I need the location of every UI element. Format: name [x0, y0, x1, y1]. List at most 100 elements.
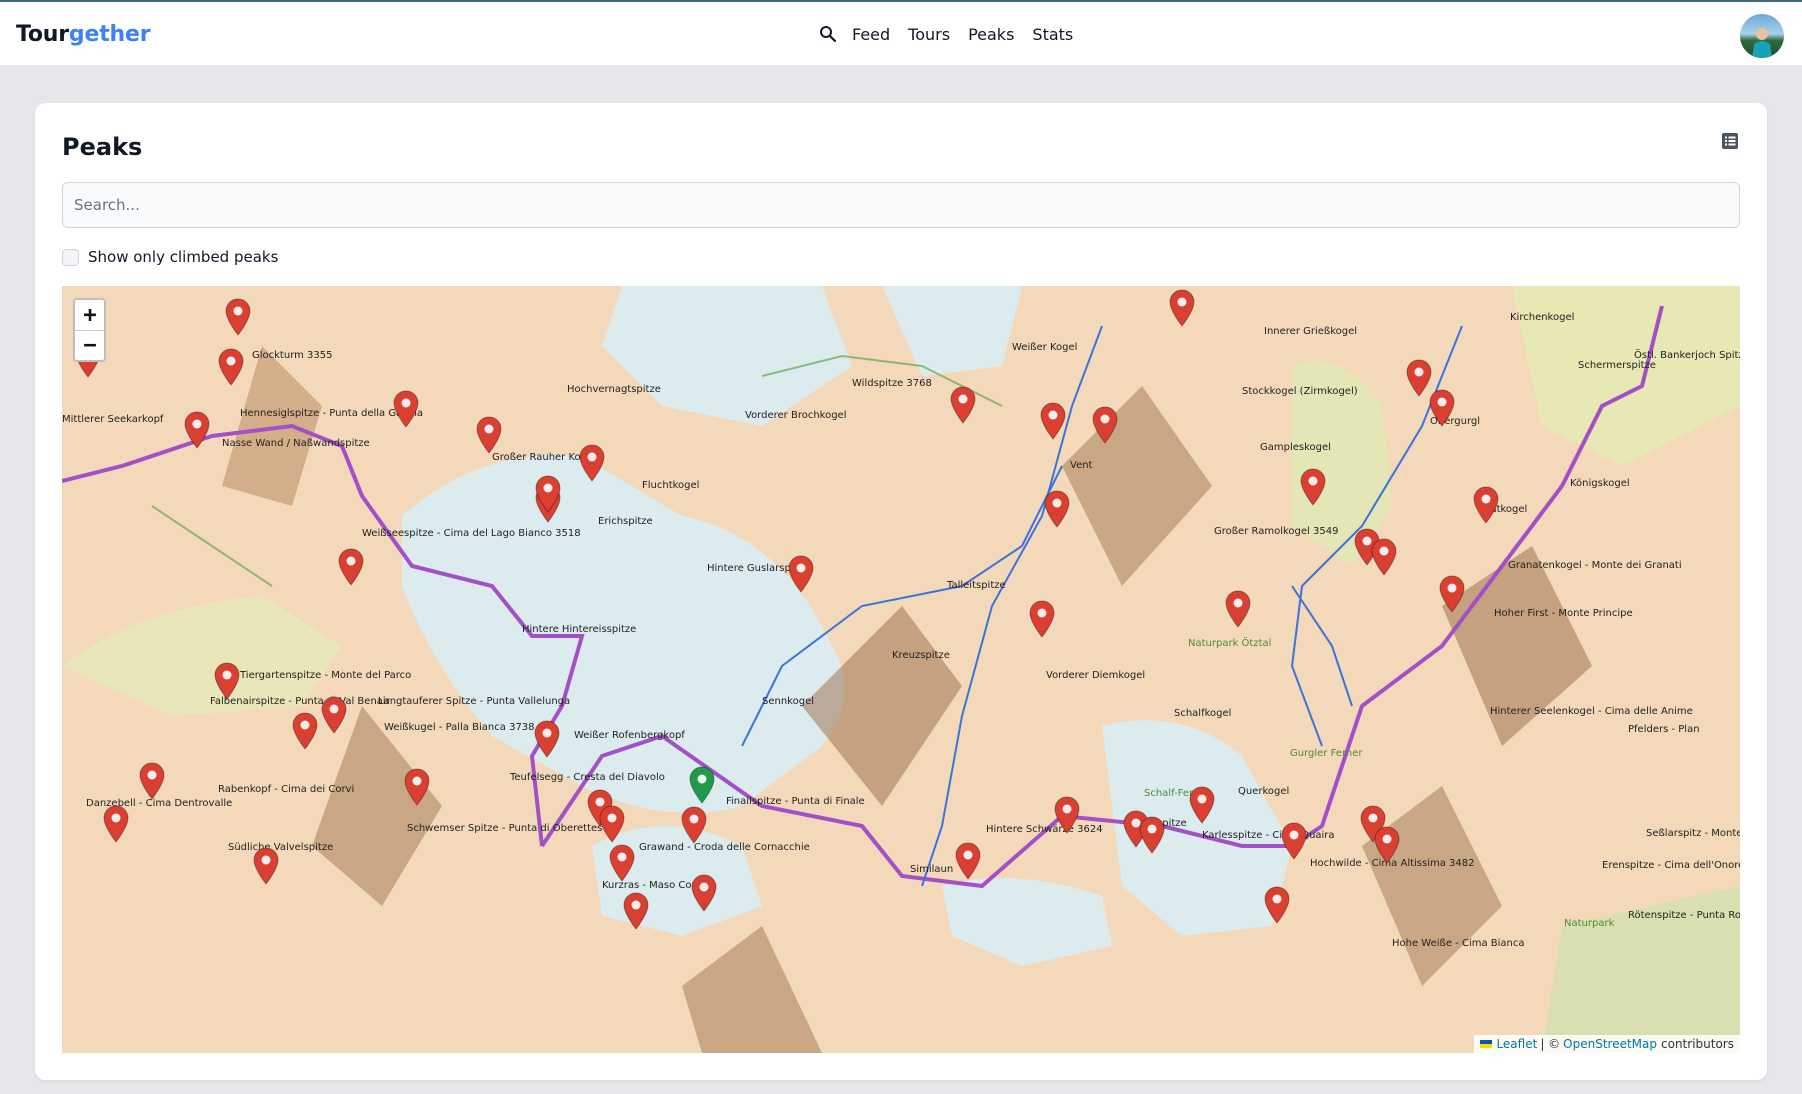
user-avatar[interactable]: [1740, 14, 1784, 58]
peak-marker[interactable]: [1281, 822, 1307, 860]
peak-marker[interactable]: [579, 444, 605, 482]
map-pin-icon: [950, 386, 976, 424]
map-pin-icon: [476, 416, 502, 454]
brand-text-part2: gether: [68, 22, 151, 47]
peak-marker[interactable]: [476, 416, 502, 454]
peak-marker[interactable]: [218, 348, 244, 386]
peak-marker[interactable]: [1092, 406, 1118, 444]
map-pin-icon: [103, 805, 129, 843]
map-label: Talleitspitze: [946, 580, 1006, 591]
map-label: Hintere Hintereisspitze: [522, 624, 636, 635]
nav-stats-link[interactable]: Stats: [1032, 25, 1073, 44]
map-pin-icon: [1054, 796, 1080, 834]
peak-marker[interactable]: [253, 847, 279, 885]
peak-marker[interactable]: [1300, 468, 1326, 506]
leaflet-link[interactable]: Leaflet: [1496, 1037, 1537, 1051]
map-label: Mittlerer Seekarkopf: [62, 414, 164, 425]
zoom-out-button[interactable]: −: [75, 330, 104, 360]
peak-marker[interactable]: [1169, 289, 1195, 327]
peaks-map[interactable]: Glockturm 3355 Mittlerer Seekarkopf Hennes…: [62, 286, 1740, 1053]
peaks-card: Peaks Show only climbed peaks: [35, 103, 1767, 1080]
peak-marker[interactable]: [1040, 402, 1066, 440]
climbed-filter-row: Show only climbed peaks: [62, 248, 278, 266]
peak-search-input[interactable]: [62, 182, 1740, 228]
peak-marker[interactable]: [1139, 816, 1165, 854]
peak-marker[interactable]: [1264, 886, 1290, 924]
map-label: Hohe Weiße - Cima Bianca: [1392, 938, 1525, 949]
map-pin-icon: [292, 712, 318, 750]
peak-marker[interactable]: [214, 662, 240, 700]
zoom-in-button[interactable]: +: [75, 300, 104, 330]
peak-marker[interactable]: [691, 874, 717, 912]
peak-marker[interactable]: [681, 806, 707, 844]
peak-marker[interactable]: [623, 892, 649, 930]
map-pin-icon: [321, 696, 347, 734]
peak-marker[interactable]: [1473, 486, 1499, 524]
peak-marker[interactable]: [609, 844, 635, 882]
peak-marker[interactable]: [1029, 600, 1055, 638]
map-label: Innerer Grießkogel: [1264, 326, 1357, 337]
map-label: Erichspitze: [598, 516, 653, 527]
peak-marker[interactable]: [393, 390, 419, 428]
nav-peaks-link[interactable]: Peaks: [968, 25, 1014, 44]
map-label: Schwemser Spitze - Punta di Oberettes: [407, 823, 602, 834]
page-title: Peaks: [62, 133, 143, 161]
map-label: Gurgler Ferner: [1290, 748, 1363, 759]
peak-marker[interactable]: [292, 712, 318, 750]
map-label: Grawand - Croda delle Cornacchie: [639, 842, 810, 853]
map-label: Finailspitze - Punta di Finale: [726, 796, 865, 807]
nav-tours-link[interactable]: Tours: [908, 25, 950, 44]
peak-marker[interactable]: [1429, 389, 1455, 427]
peak-marker[interactable]: [338, 548, 364, 586]
peak-marker[interactable]: [535, 475, 561, 513]
map-label: Seßlarspitz - Monte Tavolino: [1646, 828, 1740, 839]
peak-marker[interactable]: [139, 762, 165, 800]
climbed-only-label[interactable]: Show only climbed peaks: [88, 248, 278, 266]
avatar-image: [1752, 28, 1772, 58]
peak-marker[interactable]: [955, 842, 981, 880]
peak-marker[interactable]: [103, 805, 129, 843]
peak-marker[interactable]: [321, 696, 347, 734]
peak-marker[interactable]: [1374, 826, 1400, 864]
peak-marker[interactable]: [225, 298, 251, 336]
map-pin-icon: [404, 768, 430, 806]
peak-marker[interactable]: [1054, 796, 1080, 834]
map-pin-icon: [1371, 538, 1397, 576]
map-label: Hintere Schwärze 3624: [986, 824, 1103, 835]
map-label: Pfelders - Plan: [1628, 724, 1700, 735]
peak-marker[interactable]: [534, 720, 560, 758]
list-icon[interactable]: [1720, 131, 1740, 151]
peak-marker[interactable]: [950, 386, 976, 424]
map-label: Großer Rauher Kopf: [492, 452, 591, 463]
peak-marker[interactable]: [404, 768, 430, 806]
peak-marker[interactable]: [788, 555, 814, 593]
nav-feed-link[interactable]: Feed: [852, 25, 890, 44]
climbed-peak-marker[interactable]: [689, 766, 715, 804]
map-label: Schermerspitze: [1578, 360, 1656, 371]
peak-marker[interactable]: [1371, 538, 1397, 576]
map-label: Vent: [1070, 460, 1093, 471]
osm-link[interactable]: OpenStreetMap: [1563, 1037, 1657, 1051]
peak-marker[interactable]: [1189, 786, 1215, 824]
brand-logo[interactable]: Tourgether: [16, 22, 151, 47]
map-label: Querkogel: [1238, 786, 1289, 797]
map-label: Weißer Rofenbergkopf: [574, 730, 685, 741]
peak-marker[interactable]: [1044, 490, 1070, 528]
peak-marker[interactable]: [1439, 575, 1465, 613]
map-pin-icon: [338, 548, 364, 586]
map-tiles: Glockturm 3355Mittlerer SeekarkopfHennes…: [62, 286, 1740, 1053]
map-label: Gampleskogel: [1260, 442, 1331, 453]
map-pin-icon: [1092, 406, 1118, 444]
map-pin-icon: [689, 766, 715, 804]
search-icon[interactable]: [818, 24, 838, 44]
peak-marker[interactable]: [184, 411, 210, 449]
map-label: Granatenkogel - Monte dei Granati: [1508, 560, 1682, 571]
map-pin-icon: [579, 444, 605, 482]
map-pin-icon: [1029, 600, 1055, 638]
map-label: Similaun: [910, 864, 953, 875]
peak-marker[interactable]: [1225, 590, 1251, 628]
map-label: Wildspitze 3768: [852, 378, 932, 389]
climbed-only-checkbox[interactable]: [62, 248, 79, 266]
map-pin-icon: [253, 847, 279, 885]
peak-marker[interactable]: [599, 805, 625, 843]
